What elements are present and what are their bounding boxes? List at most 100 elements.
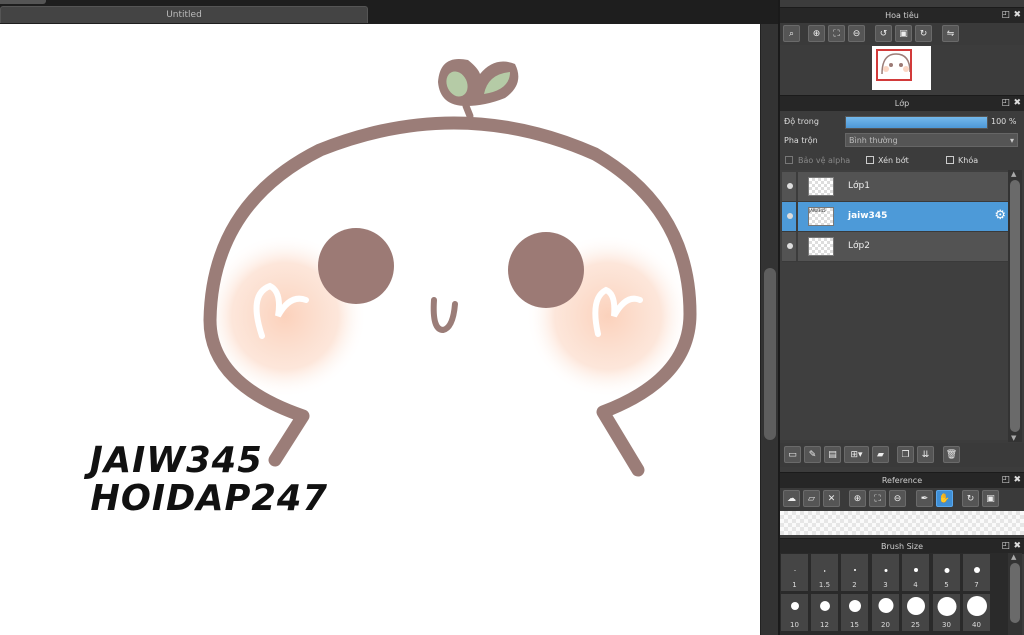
document-tab[interactable]: Untitled [0,6,368,23]
blend-mode-select[interactable]: Bình thường ▾ [845,133,1018,147]
layer-list: Lớp1 JAIW345 jaiw345 ⚙ Lớp2 [780,170,1008,440]
load-icon[interactable]: ☁ [783,490,800,507]
brush-size-cell[interactable]: 15 [840,593,869,632]
brush-size-cell[interactable]: 30 [932,593,961,632]
close-icon[interactable]: ✖ [1013,96,1021,111]
eyedropper-icon[interactable]: ✒ [916,490,933,507]
visibility-eye-icon[interactable] [787,243,793,249]
undock-icon[interactable]: ◰ [1001,539,1010,554]
reference-header: Reference ◰ ✖ [780,472,1024,488]
brush-dot [913,568,918,572]
brush-size-label: 30 [942,621,951,629]
undock-icon[interactable]: ◰ [1001,8,1010,23]
opacity-slider[interactable] [845,116,988,129]
brush-dot [944,568,949,573]
fit-icon[interactable]: ⛶ [828,25,845,42]
previous-tab-fragment[interactable] [0,0,46,4]
brush-size-label: 15 [850,621,859,629]
scroll-up-icon[interactable]: ▲ [1011,170,1016,178]
canvas-vertical-scrollbar[interactable] [760,24,779,635]
gear-icon[interactable]: ⚙ [994,209,1006,223]
canvas-scroll-thumb[interactable] [764,268,776,440]
brush-size-cell[interactable]: 3 [871,553,900,592]
navigator-preview[interactable] [872,46,931,90]
layer-row-selected[interactable]: JAIW345 jaiw345 ⚙ [782,202,1008,232]
brush-size-cell[interactable]: 2 [840,553,869,592]
brush-size-cell[interactable]: 5 [932,553,961,592]
document-tab-title: Untitled [166,10,202,20]
visibility-eye-icon[interactable] [787,183,793,189]
drawing-canvas[interactable]: JAIW345 HOIDAP247 [0,24,760,635]
brush-size-cell[interactable]: 40 [962,593,991,632]
layer-list-scroll-thumb[interactable] [1010,180,1020,432]
reference-canvas[interactable] [780,511,1024,535]
brush-size-cell[interactable]: 4 [901,553,930,592]
undock-icon[interactable]: ◰ [1001,473,1010,488]
scroll-up-icon[interactable]: ▲ [1011,553,1016,561]
brush-size-cell[interactable]: 10 [780,593,809,632]
layers-header: Lớp ◰ ✖ [780,95,1024,111]
rotate-left-icon[interactable]: ↺ [875,25,892,42]
opacity-label: Độ trong [784,117,819,126]
clipping-checkbox[interactable] [866,156,874,164]
new-layer-icon[interactable]: ▭ [784,446,801,463]
layer-strip [796,172,798,201]
fullscreen-icon[interactable]: ▣ [982,490,999,507]
layer-row[interactable]: Lớp1 [782,172,1008,202]
watermark-line-1: JAIW345 [89,440,263,481]
new-halftone-layer-icon[interactable]: ▤ [824,446,841,463]
hand-icon[interactable]: ✋ [936,490,953,507]
layer-strip [796,232,798,261]
rotate-icon[interactable]: ↻ [962,490,979,507]
new-folder-icon[interactable]: ▰ [872,446,889,463]
brush-size-cell[interactable]: 25 [901,593,930,632]
close-icon[interactable]: ✖ [1013,8,1021,23]
flip-icon[interactable]: ⇋ [942,25,959,42]
navigator-toolbar: ⌕ ⊕ ⛶ ⊖ ↺ ▣ ↻ ⇋ [780,23,1024,45]
duplicate-layer-icon[interactable]: ❐ [897,446,914,463]
layer-thumbnail: JAIW345 [808,207,834,226]
brush-size-label: 7 [974,581,979,589]
zoom-out-icon[interactable]: ⊖ [889,490,906,507]
merge-layer-icon[interactable]: ⇊ [917,446,934,463]
close-icon[interactable]: ✖ [1013,473,1021,488]
sprout-stem [462,102,474,120]
visibility-eye-icon[interactable] [787,213,793,219]
layer-list-scrollbar[interactable]: ▲ ▼ [1008,170,1022,442]
brush-size-cell[interactable]: 20 [871,593,900,632]
delete-layer-icon[interactable]: 🗑 [943,446,960,463]
protect-alpha-checkbox[interactable] [785,156,793,164]
add-layer-menu-icon[interactable]: ⊞▾ [844,446,869,463]
brush-size-header: Brush Size ◰ ✖ [780,538,1024,554]
zoom-icon[interactable]: ⌕ [783,25,800,42]
brush-size-scrollbar[interactable]: ▲ [1008,553,1022,635]
close-icon[interactable]: ✕ [823,490,840,507]
fullscreen-icon[interactable]: ▣ [895,25,912,42]
zoom-out-icon[interactable]: ⊖ [848,25,865,42]
lock-checkbox[interactable] [946,156,954,164]
close-icon[interactable]: ✖ [1013,539,1021,554]
brush-size-cell[interactable]: 7 [962,553,991,592]
layer-thumbnail-text: JAIW345 [809,208,826,213]
open-folder-icon[interactable]: ▱ [803,490,820,507]
left-eye [318,228,394,304]
chevron-down-icon: ▾ [1009,136,1014,145]
brush-size-label: 4 [913,581,918,589]
zoom-in-icon[interactable]: ⊕ [849,490,866,507]
mouth [430,297,458,334]
reference-title: Reference [881,476,923,485]
zoom-in-icon[interactable]: ⊕ [808,25,825,42]
layer-row[interactable]: Lớp2 [782,232,1008,262]
brush-size-cell[interactable]: 12 [810,593,839,632]
scroll-down-icon[interactable]: ▼ [1011,434,1016,442]
brush-size-cell[interactable]: 1.5 [810,553,839,592]
brush-dot [937,597,956,616]
rotate-right-icon[interactable]: ↻ [915,25,932,42]
new-vector-layer-icon[interactable]: ✎ [804,446,821,463]
brush-size-cell[interactable]: 1 [780,553,809,592]
brush-size-scroll-thumb[interactable] [1010,563,1020,623]
navigator-view-rect[interactable] [876,49,912,81]
brush-size-label: 1 [792,581,797,589]
fit-icon[interactable]: ⛶ [869,490,886,507]
undock-icon[interactable]: ◰ [1001,96,1010,111]
